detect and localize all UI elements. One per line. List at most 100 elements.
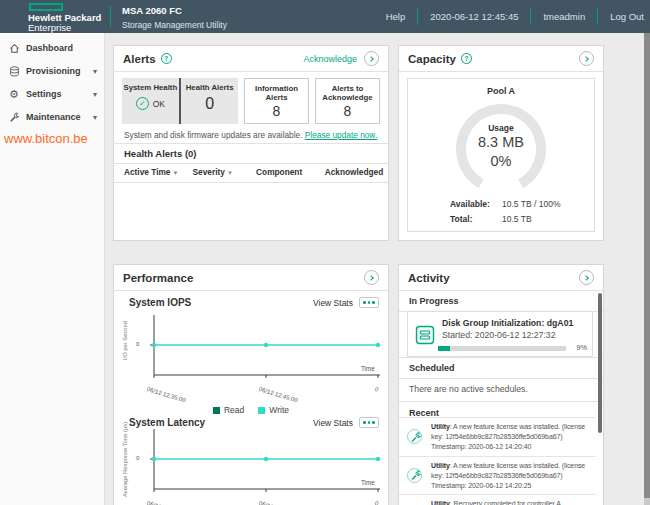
scheduled-empty-text: There are no active schedules. <box>399 377 603 402</box>
system-health: System Health ✓ OK <box>122 78 179 124</box>
write-legend-swatch <box>258 407 265 414</box>
logout-link[interactable]: Log Out <box>610 11 644 22</box>
total-row: Total:10.5 TB <box>450 214 560 224</box>
performance-panel: Performance System IOPS View Stats I/O p… <box>113 264 389 505</box>
available-value: 10.5 TB / 100% <box>502 199 560 209</box>
recent-list: Utility: A new feature license was insta… <box>399 417 596 505</box>
acknowledge-link[interactable]: Acknowledge <box>303 54 357 64</box>
pool-capacity-card: Pool A Usage 8.3 MB 0% Available:10.5 TB… <box>407 78 595 232</box>
alerts-to-acknowledge-count: 8 <box>316 103 379 119</box>
iops-chart-title: System IOPS <box>129 297 191 308</box>
task-name: Disk Group Initialization: dgA01 <box>442 318 573 328</box>
capacity-title: Capacity <box>408 53 456 65</box>
latency-y-axis-label: Average Response Time (µs) <box>122 422 128 497</box>
performance-expand-button[interactable] <box>364 270 379 285</box>
recent-item: Utility: Recovery completed for controll… <box>399 494 596 505</box>
sidebar-item-maintenance[interactable]: Maintenance ▾ <box>0 106 105 128</box>
product-info: MSA 2060 FC Storage Management Utility <box>122 5 227 30</box>
task-card: Disk Group Initialization: dgA01 Started… <box>407 311 593 357</box>
utility-wrench-icon <box>407 429 422 444</box>
in-progress-header: In Progress <box>399 291 603 312</box>
available-row: Available:10.5 TB / 100% <box>450 199 560 209</box>
task-progress-percent: 9% <box>576 343 587 352</box>
sidebar-item-dashboard[interactable]: Dashboard <box>0 37 105 59</box>
task-progress-bar <box>438 346 566 351</box>
chart-legend: Read Write <box>114 405 388 415</box>
gear-icon: ⚙ <box>9 89 20 100</box>
task-started: Started: 2020-06-12 12:27:32 <box>442 330 556 340</box>
alerts-expand-button[interactable] <box>364 51 379 66</box>
system-health-status: OK <box>153 99 165 109</box>
help-link[interactable]: Help <box>386 11 406 22</box>
user-menu[interactable]: tmeadmin <box>543 11 585 22</box>
sidebar-item-provisioning[interactable]: Provisioning ▾ <box>0 60 105 82</box>
col-severity[interactable]: Severity▼ <box>193 167 257 177</box>
latency-x-tick-1: 06/12 12:45:00 <box>258 500 298 505</box>
alerts-to-acknowledge-card[interactable]: Alerts to Acknowledge 8 <box>315 78 380 124</box>
sidebar: Dashboard Provisioning ▾ ⚙ Settings ▾ Ma… <box>0 33 105 505</box>
check-icon: ✓ <box>136 97 149 110</box>
iops-time-label: Time <box>361 365 375 372</box>
iops-view-stats-link[interactable]: View Stats <box>313 298 353 308</box>
sidebar-item-settings[interactable]: ⚙ Settings ▾ <box>0 83 105 105</box>
hpe-logo-mark <box>29 3 63 11</box>
performance-title: Performance <box>123 272 193 284</box>
chevron-down-icon: ▾ <box>93 113 97 122</box>
database-icon <box>9 66 20 77</box>
chevron-down-icon: ▾ <box>93 67 97 76</box>
latency-chart <box>144 425 382 497</box>
usage-label: Usage <box>408 123 594 133</box>
home-icon <box>9 43 20 54</box>
product-name: MSA 2060 FC <box>122 5 227 16</box>
brand-line2: Enterprise <box>28 23 101 33</box>
topbar-divider <box>110 6 111 27</box>
iops-y-axis-label: I/O per Second <box>122 321 128 360</box>
recent-item: Utility: A new feature license was insta… <box>399 456 596 495</box>
activity-title: Activity <box>408 272 450 284</box>
col-acknowledged[interactable]: Acknowledged <box>325 167 378 177</box>
iops-options-button[interactable] <box>359 297 379 308</box>
help-icon[interactable]: ? <box>161 53 172 64</box>
topbar: Hewlett Packard Enterprise MSA 2060 FC S… <box>0 0 650 33</box>
information-alerts-card[interactable]: Information Alerts 8 <box>244 78 309 124</box>
recent-item: Utility: A new feature license was insta… <box>399 417 596 456</box>
utility-wrench-icon <box>407 468 422 483</box>
usage-percent: 0% <box>408 153 594 169</box>
pool-name: Pool A <box>408 86 594 96</box>
chevron-down-icon: ▾ <box>93 90 97 99</box>
capacity-expand-button[interactable] <box>579 51 594 66</box>
alerts-panel: Alerts ? Acknowledge System Health ✓ OK … <box>113 45 389 241</box>
activity-scrollbar[interactable] <box>598 293 602 433</box>
datetime: 2020-06-12 12:45:45 <box>430 11 518 22</box>
latency-x-tick-2: 0 <box>374 500 379 505</box>
page-scrollbar-thumb[interactable] <box>644 33 650 498</box>
sort-icon: ▼ <box>227 170 233 176</box>
latency-x-tick-0: 06/12 12:35:00 <box>146 500 186 505</box>
iops-x-tick-2: 0 <box>374 386 379 393</box>
activity-expand-button[interactable] <box>579 270 594 285</box>
help-icon[interactable]: ? <box>461 53 472 64</box>
page-scrollbar[interactable] <box>644 33 650 505</box>
health-alerts-table-header: Active Time▼ Severity▼ Component Acknowl… <box>114 161 388 183</box>
alert-summary-cards: System Health ✓ OK Health Alerts 0 Infor… <box>122 78 380 124</box>
total-value: 10.5 TB <box>502 214 532 224</box>
iops-x-tick-1: 06/12 12:45:00 <box>258 386 298 403</box>
system-health-card: System Health ✓ OK Health Alerts 0 <box>122 78 238 124</box>
col-component[interactable]: Component <box>256 167 325 177</box>
firmware-update-link[interactable]: Please update now. <box>305 130 377 140</box>
disk-group-icon <box>415 325 435 345</box>
sort-icon: ▼ <box>172 170 178 176</box>
hpe-logo: Hewlett Packard Enterprise <box>28 3 101 33</box>
read-legend-swatch <box>213 407 220 414</box>
alerts-title: Alerts <box>123 53 156 65</box>
usage-value: 8.3 MB <box>408 134 594 150</box>
firmware-notice: System and disk firmware updates are ava… <box>124 130 382 140</box>
latency-time-label: Time <box>361 479 375 486</box>
watermark: www.bitcon.be <box>4 131 88 146</box>
activity-panel: Activity In Progress Disk Group Initiali… <box>398 264 604 505</box>
col-active-time[interactable]: Active Time▼ <box>124 167 193 177</box>
product-subtitle: Storage Management Utility <box>122 20 227 30</box>
iops-x-tick-0: 06/12 12:35:00 <box>146 386 186 403</box>
information-alerts-count: 8 <box>245 103 308 119</box>
iops-chart <box>144 311 382 383</box>
